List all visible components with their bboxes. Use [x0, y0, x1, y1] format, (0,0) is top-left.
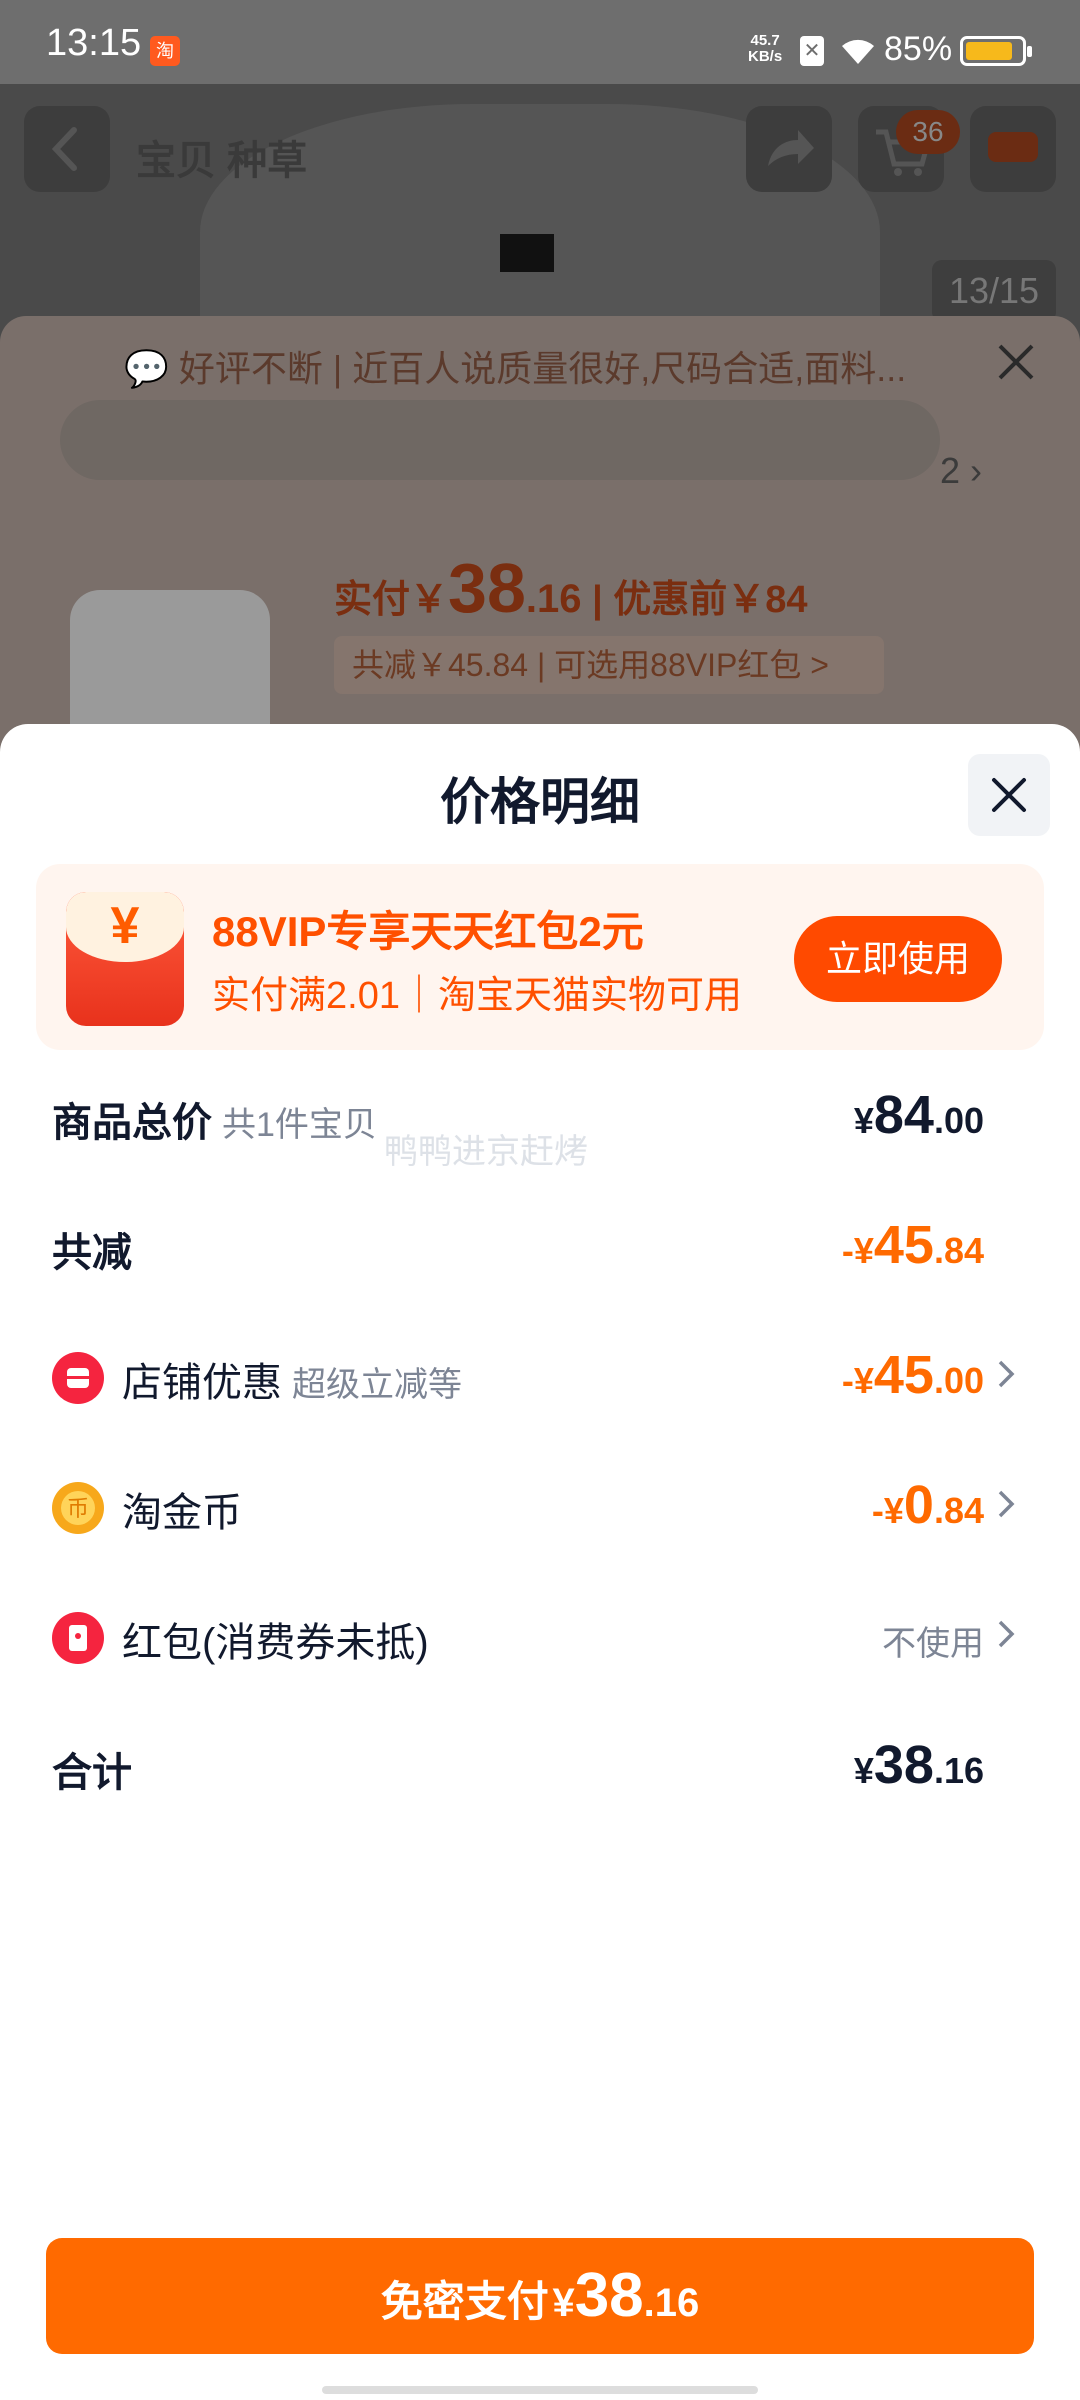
more-button[interactable]: [970, 106, 1056, 192]
sim-off-icon: ✕: [800, 36, 824, 66]
sheet-close-button[interactable]: [968, 754, 1050, 836]
currency-symbol: -¥: [841, 1360, 874, 1401]
amount-integer: 45: [873, 1215, 934, 1275]
chat-bubble-icon: 💬: [124, 348, 169, 389]
bg-price-int: 38: [448, 549, 526, 627]
back-arrow-icon: [51, 127, 77, 171]
status-bar: 13:15 淘 45.7 KB/s ✕ 85%: [0, 0, 1080, 84]
amount-decimal: .16: [643, 2281, 700, 2325]
network-speed-unit: KB/s: [748, 48, 783, 65]
total-discount-amount: -¥45.84: [842, 1214, 984, 1276]
network-speed-value: 45.7: [750, 32, 780, 49]
sheet-title: 价格明细: [440, 774, 640, 830]
promo-subtitle: 实付满2.01｜淘宝天猫实物可用: [212, 975, 742, 1017]
chevron-right-icon: [998, 1360, 1015, 1388]
red-packet-row[interactable]: 红包(消费券未抵) 不使用: [0, 1590, 1080, 1680]
chevron-right-icon: [998, 1490, 1015, 1518]
taojinbi-amount: -¥0.84: [872, 1474, 984, 1536]
amount-integer: 38: [873, 1735, 934, 1795]
taojinbi-row[interactable]: 币 淘金币 -¥0.84: [0, 1460, 1080, 1550]
background-price: 实付￥38.16 | 优惠前￥84: [334, 548, 808, 628]
red-packet-label: 红包(消费券未抵): [122, 1621, 429, 1665]
battery-icon: [960, 36, 1032, 66]
store-discount-row[interactable]: 店铺优惠 超级立减等 -¥45.00: [0, 1330, 1080, 1420]
coin-icon: 币: [52, 1482, 104, 1534]
taobao-notification-icon: 淘: [150, 36, 180, 66]
page-tabs[interactable]: 宝贝 种草: [136, 128, 307, 186]
amount-decimal: .16: [933, 1750, 984, 1791]
review-snippet[interactable]: 💬 好评不断 | 近百人说质量很好,尺码合适,面料...: [124, 340, 944, 392]
pay-button-label: 免密支付: [380, 2278, 549, 2325]
store-discount-label-text: 店铺优惠: [122, 1361, 282, 1405]
battery-percent: 85%: [884, 30, 953, 68]
background-discount-line[interactable]: 共减￥45.84 | 可选用88VIP红包 >: [334, 636, 884, 694]
status-time: 13:15: [46, 22, 142, 64]
total-discount-row: 共减 -¥45.84: [0, 1200, 1080, 1290]
review-snippet-text: 好评不断 | 近百人说质量很好,尺码合适,面料...: [178, 348, 907, 389]
bg-price-dec: .16: [525, 577, 582, 621]
back-button[interactable]: [24, 106, 110, 192]
amount-decimal: .84: [933, 1230, 984, 1271]
chevron-right-icon: [998, 1620, 1015, 1648]
watermark: 鸭鸭进京赶烤: [384, 1133, 588, 1171]
bg-price-before: | 优惠前￥84: [592, 579, 808, 621]
store-icon: [52, 1352, 104, 1404]
blurred-sku-bar: [60, 400, 940, 480]
amount-decimal: .00: [933, 1360, 984, 1401]
store-discount-hint: 超级立减等: [292, 1366, 462, 1404]
bg-price-prefix: 实付￥: [334, 579, 449, 621]
amount-integer: 84: [873, 1085, 934, 1145]
sku-count-text: 2: [940, 450, 961, 491]
close-icon: [992, 778, 1026, 812]
promo-title: 88VIP专享天天红包2元: [212, 908, 644, 955]
image-counter: 13/15: [932, 260, 1056, 322]
currency-symbol: ¥: [853, 1750, 874, 1791]
product-thumbnail: [70, 590, 270, 740]
taojinbi-label: 淘金币: [122, 1491, 242, 1535]
close-review-icon[interactable]: [994, 340, 1038, 384]
total-discount-label: 共减: [52, 1231, 132, 1275]
amount-decimal: .84: [933, 1490, 984, 1531]
currency-symbol: ¥: [853, 1100, 874, 1141]
amount-decimal: .00: [933, 1100, 984, 1141]
svg-text:币: 币: [67, 1497, 89, 1522]
total-price-label: 商品总价 共1件宝贝: [52, 1090, 377, 1148]
cart-count-badge: 36: [896, 110, 960, 154]
amount-integer: 45: [873, 1345, 934, 1405]
vip-red-packet-banner: ¥ 88VIP专享天天红包2元 实付满2.01｜淘宝天猫实物可用 立即使用: [36, 864, 1044, 1050]
amount-integer: 38: [574, 2261, 644, 2330]
share-button[interactable]: [746, 106, 832, 192]
sku-count[interactable]: 2 ›: [940, 450, 982, 492]
currency-symbol: ¥: [552, 2281, 575, 2325]
total-price-label-text: 商品总价: [52, 1101, 212, 1145]
grand-total-label: 合计: [52, 1751, 132, 1795]
red-envelope-icon: ¥: [66, 892, 184, 1026]
password-free-pay-button[interactable]: 免密支付 ¥38.16: [46, 2238, 1034, 2354]
red-packet-value: 不使用: [882, 1625, 984, 1663]
item-count-hint: 共1件宝贝: [222, 1106, 377, 1144]
currency-symbol: -¥: [841, 1230, 874, 1271]
price-detail-sheet: 价格明细 ¥ 88VIP专享天天红包2元 实付满2.01｜淘宝天猫实物可用 立即…: [0, 724, 1080, 2400]
network-speed: 45.7 KB/s: [748, 33, 782, 65]
red-packet-icon: [52, 1612, 104, 1664]
share-icon: [768, 130, 814, 166]
wifi-icon: [842, 39, 874, 64]
store-discount-amount: -¥45.00: [842, 1344, 984, 1406]
total-price-amount: ¥84.00: [854, 1084, 984, 1146]
currency-symbol: -¥: [871, 1490, 904, 1531]
grand-total-amount: ¥38.16: [854, 1734, 984, 1796]
grand-total-row: 合计 ¥38.16: [0, 1720, 1080, 1810]
home-indicator[interactable]: [322, 2386, 758, 2394]
amount-integer: 0: [903, 1475, 934, 1535]
more-icon: [988, 132, 1038, 162]
store-discount-label: 店铺优惠 超级立减等: [122, 1350, 462, 1408]
use-now-button[interactable]: 立即使用: [794, 916, 1002, 1002]
